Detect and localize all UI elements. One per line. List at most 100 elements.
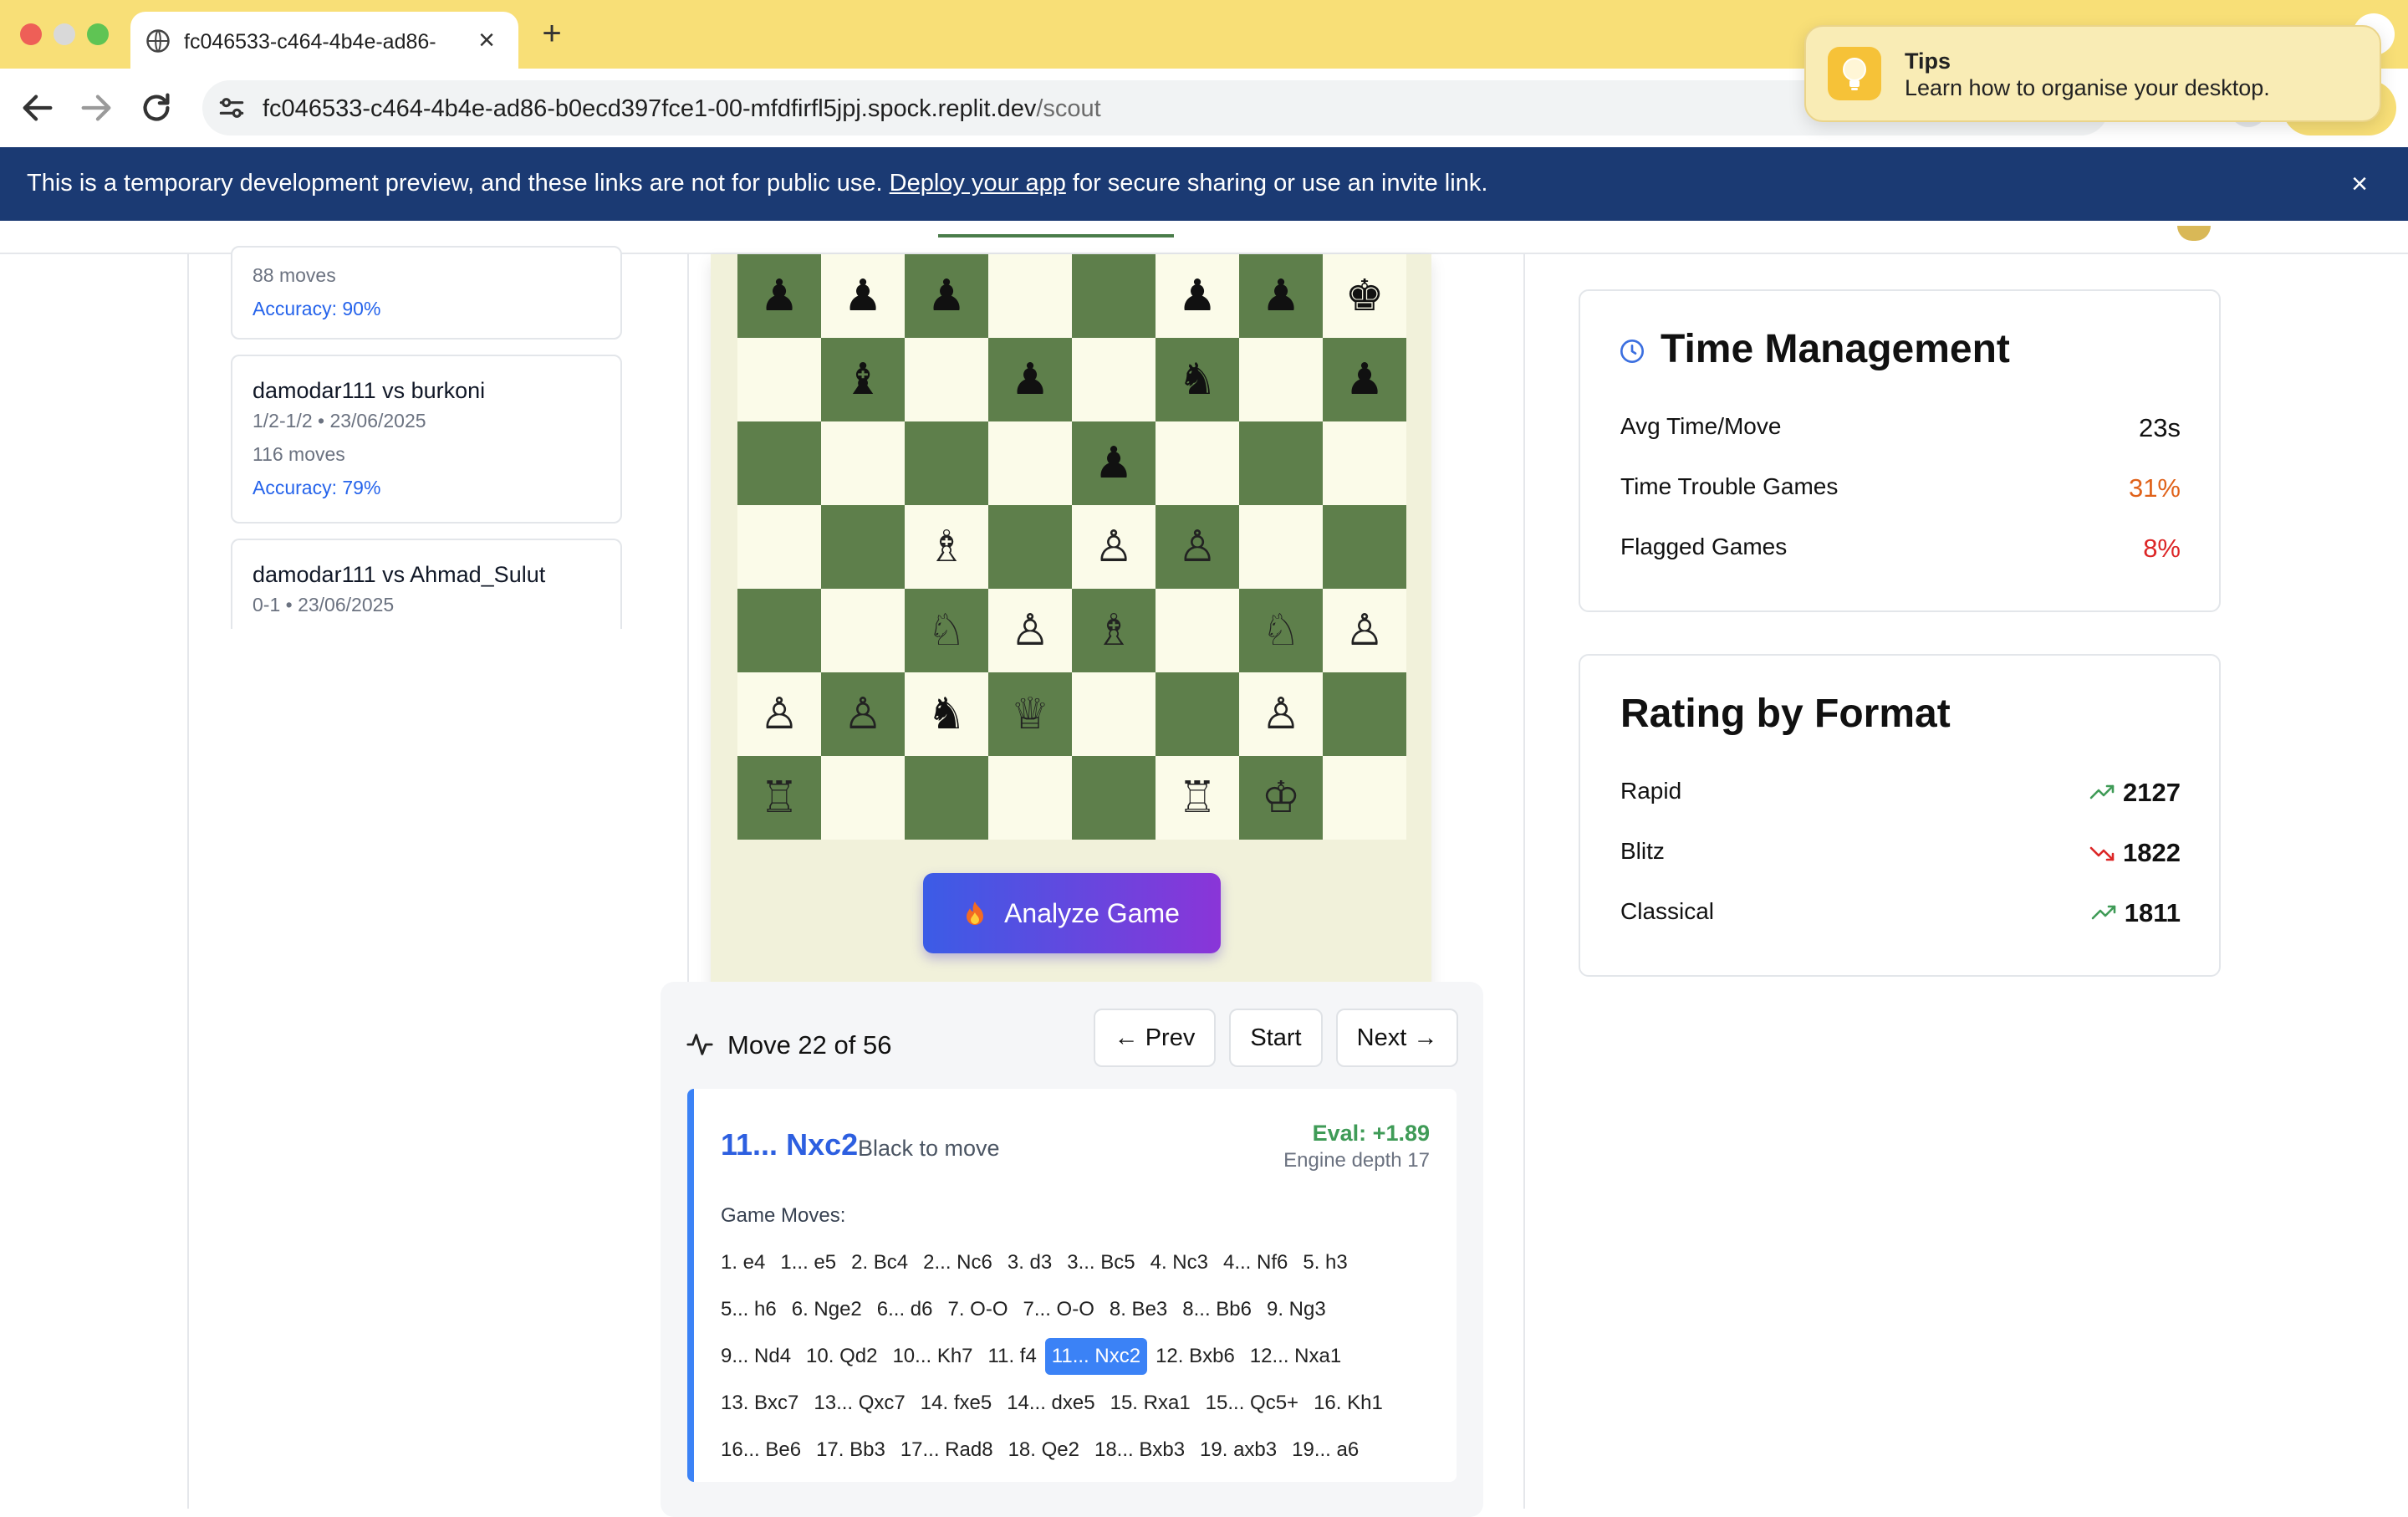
- board-square[interactable]: ♙: [1156, 505, 1239, 589]
- board-square[interactable]: ♟: [1323, 338, 1406, 421]
- board-square[interactable]: [1156, 421, 1239, 505]
- game-card[interactable]: 88 moves Accuracy: 90%: [231, 246, 622, 340]
- black-pawn-piece[interactable]: ♟: [905, 254, 988, 338]
- board-square[interactable]: ♗: [905, 505, 988, 589]
- next-move-button[interactable]: Next →: [1336, 1009, 1458, 1067]
- move-chip[interactable]: 7... O-O: [1017, 1291, 1101, 1328]
- move-chip[interactable]: 8. Be3: [1103, 1291, 1174, 1328]
- move-chip[interactable]: 5... h6: [714, 1291, 783, 1328]
- board-square[interactable]: ♟: [988, 338, 1072, 421]
- move-chip-active[interactable]: 11... Nxc2: [1044, 1338, 1148, 1375]
- black-pawn-piece[interactable]: ♟: [737, 254, 821, 338]
- board-square[interactable]: [1156, 672, 1239, 756]
- board-square[interactable]: [737, 338, 821, 421]
- black-bishop-piece[interactable]: ♝: [821, 338, 905, 421]
- white-pawn-piece[interactable]: ♙: [821, 672, 905, 756]
- close-banner-icon[interactable]: ×: [2341, 166, 2378, 202]
- move-chip[interactable]: 12... Nxa1: [1243, 1338, 1348, 1375]
- move-chip[interactable]: 16. Kh1: [1307, 1385, 1390, 1422]
- black-pawn-piece[interactable]: ♟: [1072, 421, 1156, 505]
- move-chip[interactable]: 10... Kh7: [885, 1338, 979, 1375]
- board-square[interactable]: [905, 421, 988, 505]
- board-square[interactable]: [905, 338, 988, 421]
- zoom-window-button[interactable]: [87, 23, 109, 45]
- move-chip[interactable]: 15. Rxa1: [1104, 1385, 1197, 1422]
- move-chip[interactable]: 9... Nd4: [714, 1338, 798, 1375]
- board-square[interactable]: [1323, 505, 1406, 589]
- board-square[interactable]: [988, 254, 1072, 338]
- black-pawn-piece[interactable]: ♟: [821, 254, 905, 338]
- white-queen-piece[interactable]: ♕: [988, 672, 1072, 756]
- white-pawn-piece[interactable]: ♙: [988, 589, 1072, 672]
- black-pawn-piece[interactable]: ♟: [1239, 254, 1323, 338]
- move-chip[interactable]: 19... a6: [1285, 1432, 1365, 1468]
- black-knight-piece[interactable]: ♞: [905, 672, 988, 756]
- move-chip[interactable]: 2... Nc6: [916, 1244, 999, 1281]
- board-square[interactable]: [821, 756, 905, 840]
- black-king-piece[interactable]: ♚: [1323, 254, 1406, 338]
- move-chip[interactable]: 14... dxe5: [1000, 1385, 1101, 1422]
- new-tab-button[interactable]: +: [532, 13, 572, 54]
- back-arrow-icon[interactable]: [18, 89, 57, 127]
- board-square[interactable]: ♗: [1072, 589, 1156, 672]
- white-rook-piece[interactable]: ♖: [1156, 756, 1239, 840]
- board-square[interactable]: [1239, 505, 1323, 589]
- move-chip[interactable]: 14. fxe5: [914, 1385, 998, 1422]
- chessboard[interactable]: ♟ ♟ ♟ ♟ ♟ ♚ ♝ ♟ ♞ ♟ ♟ ♗ ♙ ♙ ♘ ♙ ♗ ♘ ♙ ♙ ♙ ♞ ♕ ♙ ♖ ♖ ♔: [737, 254, 1406, 840]
- close-window-button[interactable]: [20, 23, 42, 45]
- board-square[interactable]: ♞: [905, 672, 988, 756]
- game-card[interactable]: damodar111 vs Ahmad_Sulut 0-1 • 23/06/20…: [231, 539, 622, 629]
- move-chip[interactable]: 10. Qd2: [799, 1338, 884, 1375]
- board-square[interactable]: [821, 505, 905, 589]
- black-pawn-piece[interactable]: ♟: [1156, 254, 1239, 338]
- site-settings-icon[interactable]: [216, 92, 247, 124]
- move-chip[interactable]: 7. O-O: [941, 1291, 1015, 1328]
- forward-arrow-icon[interactable]: [77, 89, 115, 127]
- board-square[interactable]: [737, 505, 821, 589]
- move-chip[interactable]: 4... Nf6: [1217, 1244, 1294, 1281]
- black-pawn-piece[interactable]: ♟: [1323, 338, 1406, 421]
- board-square[interactable]: [821, 589, 905, 672]
- board-square[interactable]: [1239, 421, 1323, 505]
- board-square[interactable]: [1323, 421, 1406, 505]
- board-square[interactable]: ♝: [821, 338, 905, 421]
- board-square[interactable]: ♙: [1072, 505, 1156, 589]
- move-chip[interactable]: 19. axb3: [1193, 1432, 1283, 1468]
- white-rook-piece[interactable]: ♖: [737, 756, 821, 840]
- board-square[interactable]: ♕: [988, 672, 1072, 756]
- prev-move-button[interactable]: ← Prev: [1094, 1009, 1216, 1067]
- move-chip[interactable]: 5. h3: [1296, 1244, 1354, 1281]
- move-chip[interactable]: 12. Bxb6: [1149, 1338, 1242, 1375]
- move-chip[interactable]: 4. Nc3: [1144, 1244, 1215, 1281]
- move-chip[interactable]: 11. f4: [982, 1338, 1043, 1375]
- move-chip[interactable]: 8... Bb6: [1176, 1291, 1258, 1328]
- board-square[interactable]: [1239, 338, 1323, 421]
- move-chip[interactable]: 15... Qc5+: [1199, 1385, 1305, 1422]
- start-button[interactable]: Start: [1229, 1009, 1323, 1067]
- white-pawn-piece[interactable]: ♙: [1156, 505, 1239, 589]
- reload-icon[interactable]: [137, 89, 176, 127]
- board-square[interactable]: ♟: [821, 254, 905, 338]
- white-bishop-piece[interactable]: ♗: [1072, 589, 1156, 672]
- board-square[interactable]: [821, 421, 905, 505]
- board-square[interactable]: ♞: [1156, 338, 1239, 421]
- board-square[interactable]: ♟: [1072, 421, 1156, 505]
- board-square[interactable]: ♙: [988, 589, 1072, 672]
- deploy-app-link[interactable]: Deploy your app: [890, 170, 1066, 197]
- move-chip[interactable]: 18. Qe2: [1002, 1432, 1086, 1468]
- move-chip[interactable]: 1... e5: [773, 1244, 843, 1281]
- board-square[interactable]: ♖: [1156, 756, 1239, 840]
- board-square[interactable]: ♘: [1239, 589, 1323, 672]
- board-square[interactable]: [1072, 672, 1156, 756]
- close-tab-icon[interactable]: ×: [470, 23, 503, 57]
- move-chip[interactable]: 16... Be6: [714, 1432, 808, 1468]
- board-square[interactable]: ♟: [1156, 254, 1239, 338]
- move-chip[interactable]: 3. d3: [1001, 1244, 1059, 1281]
- board-square[interactable]: [988, 505, 1072, 589]
- move-chip[interactable]: 17. Bb3: [809, 1432, 892, 1468]
- board-square[interactable]: ♔: [1239, 756, 1323, 840]
- white-knight-piece[interactable]: ♘: [1239, 589, 1323, 672]
- move-chip[interactable]: 3... Bc5: [1060, 1244, 1141, 1281]
- board-square[interactable]: [1156, 589, 1239, 672]
- board-square[interactable]: [905, 756, 988, 840]
